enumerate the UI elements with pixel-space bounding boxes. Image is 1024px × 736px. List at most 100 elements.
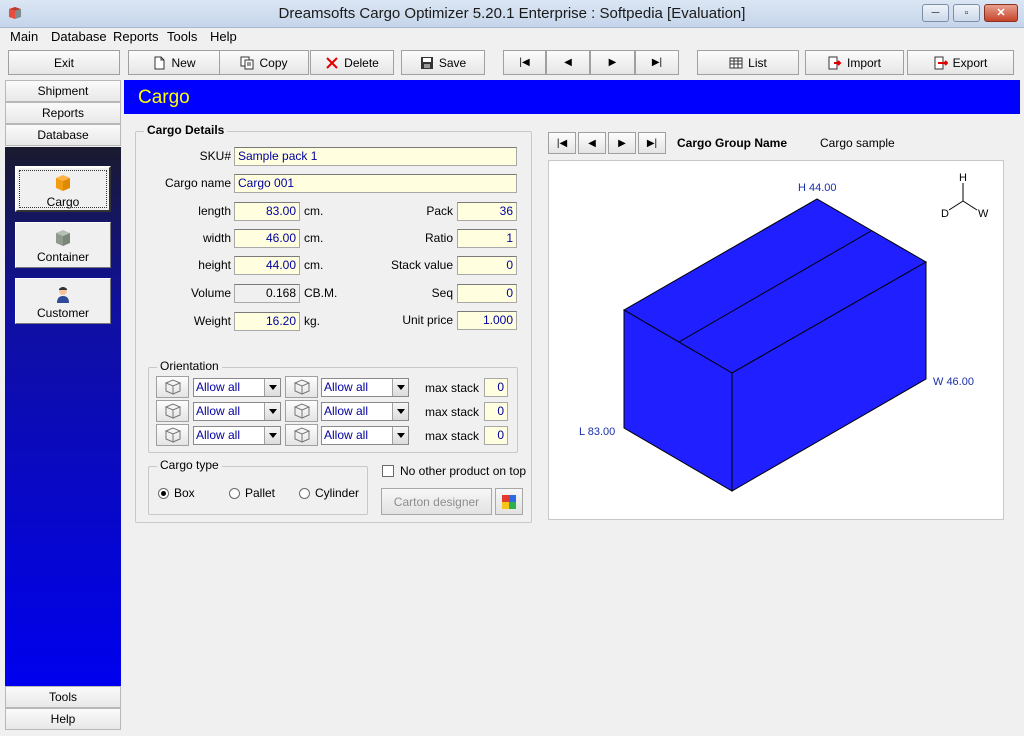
delete-button[interactable]: Delete	[310, 50, 394, 75]
maximize-button[interactable]: ▫	[953, 4, 980, 22]
orientation-2-select[interactable]: Allow all	[321, 378, 409, 397]
sku-label: SKU#	[199, 149, 231, 163]
chevron-down-icon	[264, 427, 280, 444]
minimize-button[interactable]: ─	[922, 4, 949, 22]
cargo-type-pallet-label: Pallet	[245, 486, 276, 500]
color-picker-button[interactable]	[495, 488, 523, 515]
exit-button[interactable]: Exit	[8, 50, 120, 75]
max-stack-2-field[interactable]: 0	[484, 402, 508, 421]
length-unit: cm.	[304, 204, 324, 218]
first-record-button[interactable]: |◀	[503, 50, 546, 75]
export-label: Export	[952, 55, 988, 70]
orientation-4-button[interactable]	[285, 400, 318, 422]
width-label: width	[202, 231, 231, 245]
new-button[interactable]: New	[128, 50, 220, 75]
prev-icon: ◀	[588, 137, 596, 149]
prev-record-icon: ◀	[564, 57, 572, 68]
orientation-5-select[interactable]: Allow all	[193, 426, 281, 445]
orientation-1-button[interactable]	[156, 376, 189, 398]
nav-tile-container[interactable]: Container	[15, 222, 111, 268]
width-dim-label: W 46.00	[933, 376, 974, 388]
cargo-type-box-radio[interactable]: Box	[158, 486, 195, 500]
carton-designer-label: Carton designer	[393, 494, 480, 509]
seq-label: Seq	[431, 286, 453, 300]
nav-reports[interactable]: Reports	[5, 102, 121, 124]
cargo-name-field[interactable]: Cargo 001	[234, 174, 517, 193]
length-label: length	[198, 204, 231, 218]
close-button[interactable]: ✕	[984, 4, 1018, 22]
menu-tools[interactable]: Tools	[167, 29, 197, 44]
width-field[interactable]: 46.00	[234, 229, 300, 248]
color-palette-icon	[502, 494, 516, 509]
weight-unit: kg.	[304, 314, 321, 328]
chevron-down-icon	[264, 403, 280, 420]
viewer-next-button[interactable]: ▶	[608, 132, 636, 154]
pack-field[interactable]: 36	[457, 202, 517, 221]
next-record-button[interactable]: ▶	[590, 50, 635, 75]
page-header: Cargo	[124, 80, 1020, 114]
box-orientation-icon	[293, 403, 310, 419]
pack-label: Pack	[426, 204, 453, 218]
floppy-disk-icon	[420, 56, 433, 69]
orientation-3-select[interactable]: Allow all	[193, 402, 281, 421]
menu-database[interactable]: Database	[51, 29, 107, 44]
viewer-prev-button[interactable]: ◀	[578, 132, 606, 154]
export-icon	[934, 56, 948, 69]
last-record-button[interactable]: ▶|	[635, 50, 679, 75]
orientation-5-button[interactable]	[156, 424, 189, 446]
first-record-icon: |◀	[519, 57, 530, 68]
box-orientation-icon	[293, 379, 310, 395]
menu-help[interactable]: Help	[210, 29, 237, 44]
sku-field[interactable]: Sample pack 1	[234, 147, 517, 166]
height-dim-label: H 44.00	[798, 182, 837, 194]
max-stack-3-field[interactable]: 0	[484, 426, 508, 445]
nav-tools[interactable]: Tools	[5, 686, 121, 708]
max-stack-1-label: max stack	[424, 381, 479, 395]
orientation-1-select[interactable]: Allow all	[193, 378, 281, 397]
prev-record-button[interactable]: ◀	[546, 50, 590, 75]
save-button[interactable]: Save	[401, 50, 485, 75]
nav-database[interactable]: Database	[5, 124, 121, 146]
cargo-name-label: Cargo name	[164, 176, 231, 190]
volume-unit: CB.M.	[304, 286, 338, 300]
nav-help[interactable]: Help	[5, 708, 121, 730]
cargo-type-pallet-radio[interactable]: Pallet	[229, 486, 275, 500]
chevron-down-icon	[392, 403, 408, 420]
carton-designer-button[interactable]: Carton designer	[381, 488, 492, 515]
next-icon: ▶	[618, 137, 626, 149]
export-button[interactable]: Export	[907, 50, 1014, 75]
no-other-product-checkbox[interactable]: No other product on top	[382, 464, 526, 478]
page-title: Cargo	[138, 87, 190, 108]
orientation-3-button[interactable]	[156, 400, 189, 422]
ratio-field[interactable]: 1	[457, 229, 517, 248]
menu-main[interactable]: Main	[10, 29, 38, 44]
orientation-4-select[interactable]: Allow all	[321, 402, 409, 421]
viewer-last-button[interactable]: ▶|	[638, 132, 666, 154]
nav-tile-cargo[interactable]: Cargo	[15, 166, 111, 212]
menu-reports[interactable]: Reports	[113, 29, 159, 44]
import-button[interactable]: Import	[805, 50, 904, 75]
stack-value-field[interactable]: 0	[457, 256, 517, 275]
viewer-first-button[interactable]: |◀	[548, 132, 576, 154]
nav-shipment[interactable]: Shipment	[5, 80, 121, 102]
height-field[interactable]: 44.00	[234, 256, 300, 275]
nav-tile-customer[interactable]: Customer	[15, 278, 111, 324]
length-field[interactable]: 83.00	[234, 202, 300, 221]
box-orientation-icon	[164, 427, 181, 443]
axis-w-label: W	[978, 208, 989, 220]
orientation-6-select[interactable]: Allow all	[321, 426, 409, 445]
unit-price-field[interactable]: 1.000	[457, 311, 517, 330]
cargo-group-name-value: Cargo sample	[820, 136, 895, 150]
copy-button[interactable]: Copy	[219, 50, 309, 75]
copy-label: Copy	[259, 55, 288, 70]
list-button[interactable]: List	[697, 50, 799, 75]
seq-field[interactable]: 0	[457, 284, 517, 303]
chevron-down-icon	[392, 379, 408, 396]
weight-field[interactable]: 16.20	[234, 312, 300, 331]
max-stack-1-field[interactable]: 0	[484, 378, 508, 397]
orientation-2-button[interactable]	[285, 376, 318, 398]
list-grid-icon	[729, 57, 743, 68]
cargo-3d-viewer[interactable]: H 44.00 W 46.00 L 83.00 H D W	[548, 160, 1004, 520]
orientation-6-button[interactable]	[285, 424, 318, 446]
cargo-type-cylinder-radio[interactable]: Cylinder	[299, 486, 359, 500]
